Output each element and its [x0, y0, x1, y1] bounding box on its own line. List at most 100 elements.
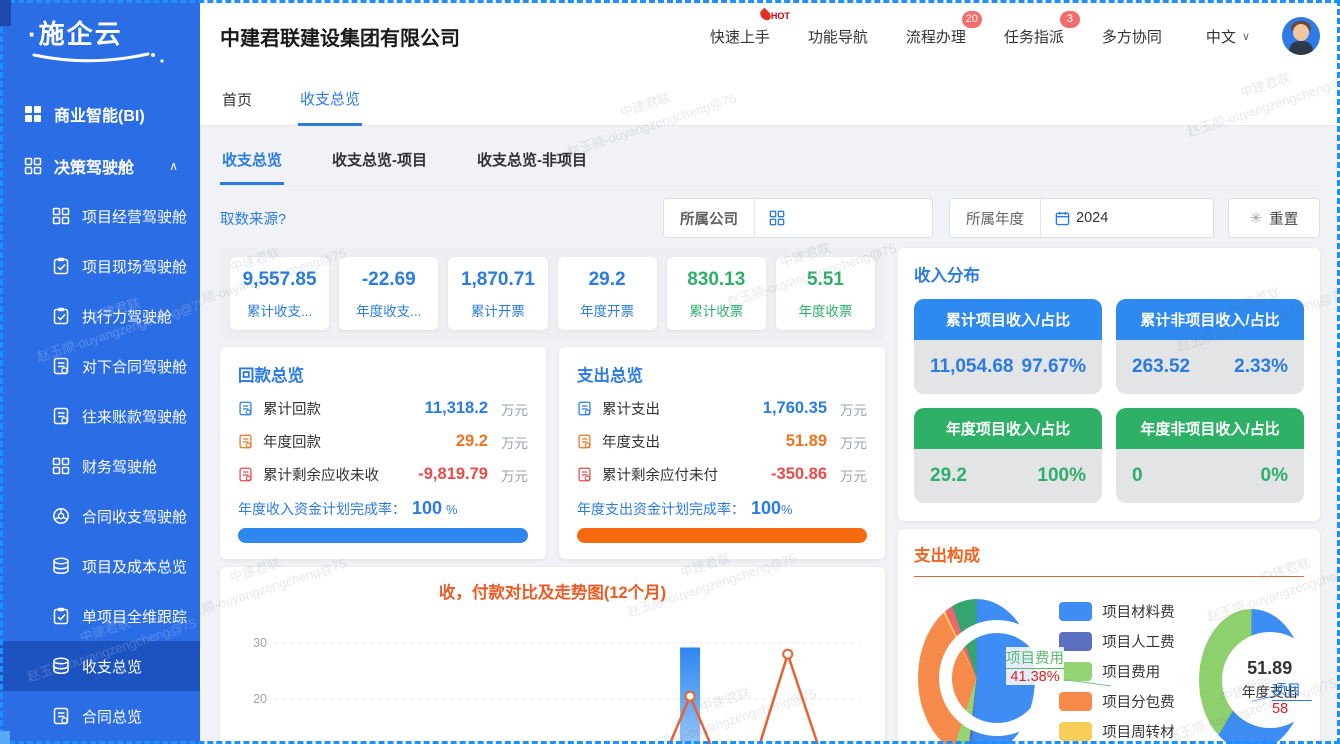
stat-label: 累计收票 [671, 300, 762, 320]
rate-label: 年度支出资金计划完成率： [577, 501, 745, 517]
sidebar-item-downstream-contract[interactable]: 对下合同驾驶舱 [0, 341, 200, 391]
sidebar-item-project-cost[interactable]: 项目及成本总览 [0, 541, 200, 591]
nav-task-assignment[interactable]: 任务指派3 [1004, 26, 1064, 47]
row-label: 累计回款 [263, 398, 425, 419]
legend-item[interactable]: 项目材料费 [1059, 601, 1175, 622]
row-unit: 万元 [488, 399, 528, 419]
sidebar-item-income-expense-overview[interactable]: 收支总览 [0, 641, 200, 691]
income-card-grid: 累计项目收入/占比 11,054.6897.67% 累计非项目收入/占比 263… [914, 299, 1304, 503]
sidebar-item-contract-income-expense[interactable]: 合同收支驾驶舱 [0, 491, 200, 541]
database-icon [52, 557, 70, 575]
stat-card-cumulative-invoiced[interactable]: 1,870.71累计开票 [448, 257, 547, 330]
rate-label: 年度收入资金计划完成率： [238, 501, 406, 517]
company-filter[interactable]: 所属公司 [663, 198, 933, 238]
pie-label-text: 项目 [1272, 679, 1312, 701]
count-badge: 20 [962, 11, 982, 28]
income-card-cumulative-project[interactable]: 累计项目收入/占比 11,054.6897.67% [914, 299, 1102, 394]
trend-chart[interactable]: 010203011月12月01月02月03月04月05月06月07月08月09月… [235, 605, 871, 744]
company-filter-value[interactable] [755, 210, 905, 226]
tab-home[interactable]: 首页 [220, 73, 254, 124]
subtab-non-project[interactable]: 收支总览-非项目 [475, 139, 589, 185]
filter-row: 取数来源? 所属公司 所属年度 2024 ✳ 重置 [220, 198, 1320, 238]
sidebar-group-label: 决策驾驶舱 [54, 154, 134, 178]
left-column: 9,557.85累计收支... -22.69年度收支... 1,870.71累计… [220, 248, 885, 744]
row-unit: 万元 [488, 465, 528, 485]
composition-body: 项目材料费 项目人工费 项目费用 项目分包费 项目周转材 项目间接费 非项目费用… [914, 577, 1304, 744]
row-unit: 万元 [827, 465, 867, 485]
clipboard-icon [52, 607, 70, 625]
rate-unit: % [446, 502, 458, 517]
user-avatar[interactable] [1282, 17, 1320, 55]
company-filter-label: 所属公司 [664, 199, 755, 237]
legend-label: 项目分包费 [1102, 691, 1175, 712]
sidebar-item-execution[interactable]: 执行力驾驶舱 [0, 291, 200, 341]
logo-text: 施企云 [39, 19, 123, 49]
table-row: 累计回款 11,318.2 万元 [238, 398, 528, 419]
row-unit: 万元 [827, 432, 867, 452]
sub-tab-bar: 收支总览 收支总览-项目 收支总览-非项目 [220, 139, 1320, 186]
sidebar-section-bi[interactable]: 商业智能(BI) [0, 89, 200, 139]
chevron-up-icon[interactable]: ∧ [169, 159, 178, 173]
nav-process-handling[interactable]: 流程办理20 [906, 26, 966, 47]
frame-corner-bottom-left [0, 731, 10, 744]
grid-icon [52, 457, 70, 475]
language-selector[interactable]: 中文∨ [1206, 26, 1250, 47]
year-filter[interactable]: 所属年度 2024 [949, 198, 1214, 238]
row-unit: 万元 [827, 399, 867, 419]
legend-item[interactable]: 项目分包费 [1059, 691, 1175, 712]
panel-title: 回款总览 [238, 362, 528, 386]
annual-expense-donut[interactable]: 51.89 年度支出 [1199, 609, 1304, 744]
data-source-link[interactable]: 取数来源? [220, 208, 286, 229]
nav-function-guide[interactable]: 功能导航 [808, 26, 868, 47]
nav-label: 快速上手 [710, 29, 770, 46]
subtab-overview[interactable]: 收支总览 [220, 139, 284, 185]
nav-multi-party[interactable]: 多方协同 [1102, 26, 1162, 47]
frame-corner-top-left [0, 0, 11, 26]
mini-card-value: 0 [1132, 465, 1143, 487]
row-value: 1,760.35 [763, 399, 827, 418]
clipboard-check-icon [52, 307, 70, 325]
sidebar-item-contract-overview[interactable]: 合同总览 [0, 691, 200, 741]
sidebar-item-project-operation[interactable]: 项目经营驾驶舱 [0, 191, 200, 241]
collection-overview-panel: 回款总览 累计回款 11,318.2 万元 年度回款 29.2 万元 [220, 347, 546, 559]
legend-item[interactable]: 项目周转材 [1059, 721, 1175, 742]
count-badge: 3 [1060, 11, 1080, 28]
stat-card-cumulative-received-invoices[interactable]: 830.13 累计收票 [667, 257, 766, 330]
income-card-annual-non-project[interactable]: 年度非项目收入/占比 00% [1116, 408, 1304, 503]
database-icon [52, 657, 70, 675]
stat-label: 年度开票 [562, 300, 653, 320]
document-icon [52, 707, 70, 725]
sidebar-group-decision-cockpit[interactable]: 决策驾驶舱 ∧ [0, 141, 200, 191]
sidebar: ·施企云 商业智能(BI) 决策驾驶舱 ∧ [0, 0, 200, 744]
sidebar-item-finance[interactable]: 财务驾驶舱 [0, 441, 200, 491]
stat-card-annual-received-invoices[interactable]: 5.51年度收票 [776, 257, 875, 330]
sidebar-item-single-project-tracking[interactable]: 单项目全维跟踪 [0, 591, 200, 641]
sidebar-item-label: 项目经营驾驶舱 [82, 206, 187, 227]
expense-progress-bar [577, 528, 867, 543]
tab-income-expense-overview[interactable]: 收支总览 [298, 72, 362, 126]
legend-swatch [1059, 632, 1092, 651]
expense-overview-panel: 支出总览 累计支出 1,760.35 万元 年度支出 51.89 万元 [559, 347, 885, 559]
legend-item[interactable]: 项目人工费 [1059, 631, 1175, 652]
row-label: 累计剩余应收未收 [263, 464, 418, 485]
stat-card-cumulative-balance[interactable]: 9,557.85累计收支... [230, 257, 329, 330]
trend-chart-panel: 收，付款对比及走势图(12个月) 010203011月12月01月02月03月0… [220, 567, 885, 744]
legend-label: 项目人工费 [1102, 631, 1175, 652]
year-filter-value[interactable]: 2024 [1041, 210, 1191, 226]
subtab-project[interactable]: 收支总览-项目 [330, 139, 429, 185]
income-card-annual-project[interactable]: 年度项目收入/占比 29.2100% [914, 408, 1102, 503]
stat-card-annual-invoiced[interactable]: 29.2年度开票 [558, 257, 657, 330]
row-value: -350.86 [771, 465, 827, 484]
stat-value: 830.13 [671, 269, 762, 291]
reset-button[interactable]: ✳ 重置 [1228, 198, 1320, 238]
row-label: 年度支出 [602, 431, 786, 452]
income-card-cumulative-non-project[interactable]: 累计非项目收入/占比 263.522.33% [1116, 299, 1304, 394]
stat-card-annual-balance[interactable]: -22.69年度收支... [339, 257, 438, 330]
document-icon [52, 407, 70, 425]
stat-label: 累计收支... [234, 300, 325, 320]
nav-label: 流程办理 [906, 29, 966, 46]
sidebar-item-accounts[interactable]: 往来账款驾驶舱 [0, 391, 200, 441]
sidebar-item-project-site[interactable]: 项目现场驾驶舱 [0, 241, 200, 291]
nav-quick-start[interactable]: 快速上手 HOT [710, 26, 770, 47]
company-title: 中建君联建设集团有限公司 [220, 22, 460, 51]
